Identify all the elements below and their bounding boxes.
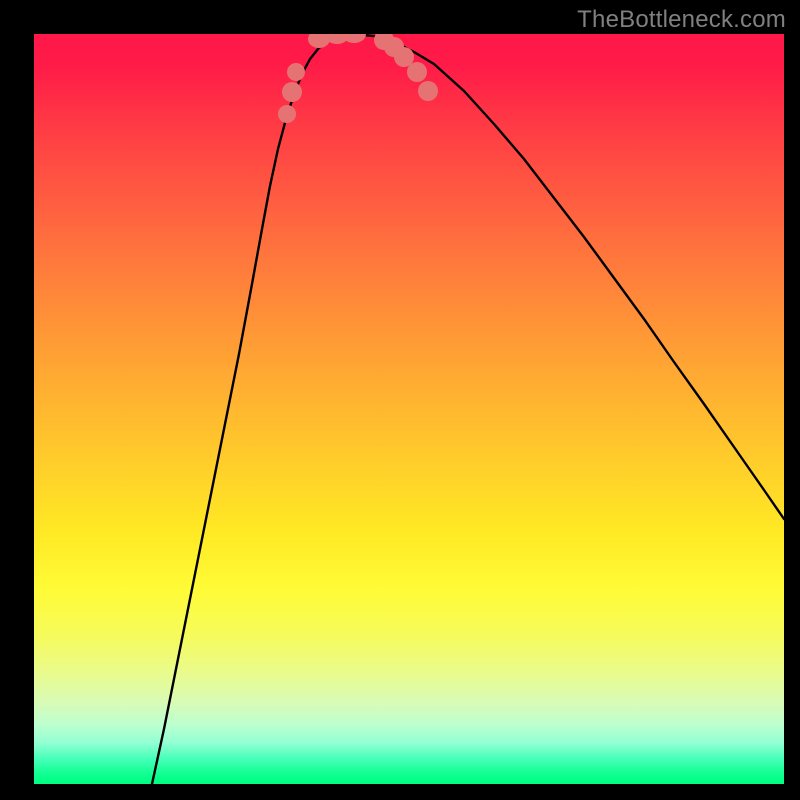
plot-area (34, 34, 784, 784)
chart-frame: TheBottleneck.com (0, 0, 800, 800)
curve-marker (278, 105, 296, 123)
watermark-text: TheBottleneck.com (577, 6, 786, 34)
curve-marker (287, 63, 305, 81)
marker-group (278, 34, 438, 123)
curve-marker (418, 81, 438, 101)
chart-svg (34, 34, 784, 784)
curve-marker (342, 34, 366, 43)
curve-marker (282, 82, 302, 102)
bottleneck-curve (152, 34, 784, 784)
curve-marker (407, 62, 427, 82)
